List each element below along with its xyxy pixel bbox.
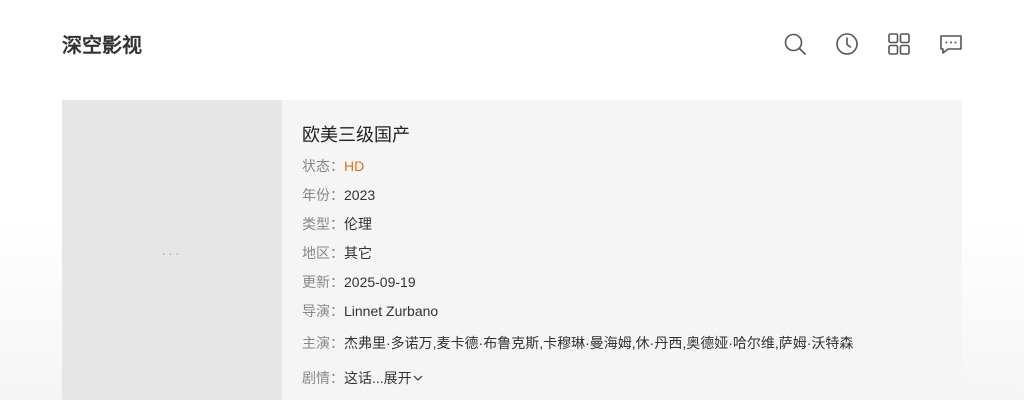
info-label: 更新：	[302, 274, 344, 290]
info-row-year: 年份：2023	[302, 181, 942, 210]
site-logo[interactable]: 深空影视	[62, 33, 142, 59]
genre-value[interactable]: 伦理	[344, 216, 372, 232]
search-icon	[784, 33, 806, 55]
info-label: 导演：	[302, 303, 344, 319]
history-icon	[836, 33, 858, 55]
info-label: 地区：	[302, 245, 344, 261]
movie-info: 欧美三级国产 状态：HD 年份：2023 类型：伦理 地区：其它 更新：2025…	[302, 122, 942, 396]
history-button[interactable]	[834, 31, 860, 57]
region-value[interactable]: 其它	[344, 245, 372, 261]
info-label: 状态：	[302, 158, 344, 174]
category-button[interactable]	[886, 31, 912, 57]
poster-loading-indicator: ...	[161, 242, 183, 258]
expand-label: 展开	[383, 370, 412, 386]
grid-icon	[888, 33, 910, 55]
info-label: 年份：	[302, 187, 344, 203]
info-label: 类型：	[302, 216, 344, 232]
info-row-plot: 剧情：这话...展开	[302, 360, 942, 396]
year-value[interactable]: 2023	[344, 187, 375, 203]
info-row-genre: 类型：伦理	[302, 210, 942, 239]
info-row-updated: 更新：2025-09-19	[302, 268, 942, 297]
message-icon	[940, 35, 962, 54]
info-row-region: 地区：其它	[302, 239, 942, 268]
movie-poster[interactable]: ...	[62, 100, 282, 400]
info-row-cast: 主演：杰弗里·多诺万,麦卡德·布鲁克斯,卡穆琳·曼海姆,休·丹西,奥德娅·哈尔维…	[302, 327, 942, 360]
plot-value: 这话...	[344, 370, 384, 386]
site-header: 深空影视	[0, 0, 1024, 92]
message-button[interactable]	[938, 31, 964, 57]
search-button[interactable]	[782, 31, 808, 57]
info-label: 主演：	[302, 335, 344, 351]
movie-detail-panel: ... 欧美三级国产 状态：HD 年份：2023 类型：伦理 地区：其它 更新：…	[62, 100, 962, 400]
header-icons	[782, 31, 964, 57]
info-label: 剧情：	[302, 370, 344, 386]
cast-value[interactable]: 杰弗里·多诺万,麦卡德·布鲁克斯,卡穆琳·曼海姆,休·丹西,奥德娅·哈尔维,萨姆…	[344, 335, 853, 351]
info-row-director: 导演：Linnet Zurbano	[302, 297, 942, 326]
info-row-status: 状态：HD	[302, 152, 942, 181]
expand-plot-button[interactable]: 展开	[384, 370, 424, 386]
director-value[interactable]: Linnet Zurbano	[344, 303, 438, 319]
movie-title: 欧美三级国产	[302, 125, 410, 145]
status-value: HD	[344, 158, 365, 174]
chevron-down-icon	[413, 375, 423, 381]
updated-value: 2025-09-19	[344, 274, 416, 290]
